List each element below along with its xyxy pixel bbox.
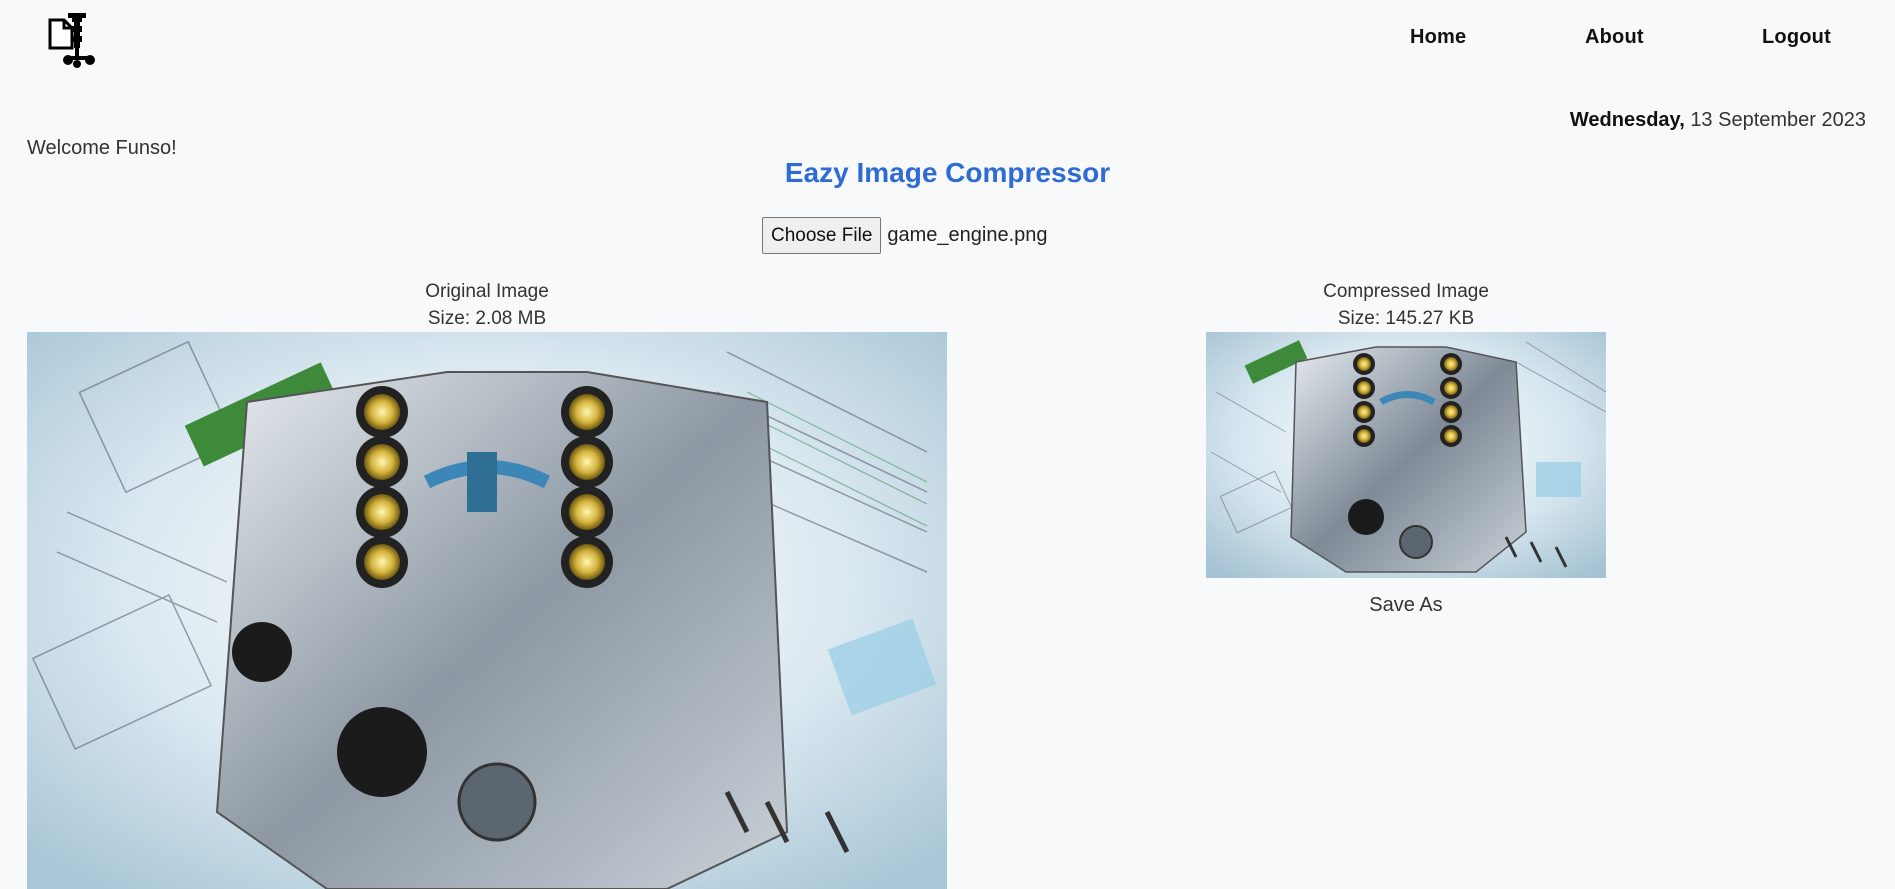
- choose-file-button[interactable]: Choose File: [762, 216, 882, 254]
- original-image-label: Original Image: [425, 281, 549, 302]
- page: Home About Logout Wednesday, 13 Septembe…: [0, 0, 1895, 889]
- compressed-image-label: Compressed Image: [1323, 281, 1489, 302]
- original-image-caption: Original Image Size: 2.08 MB: [27, 278, 947, 332]
- selected-file-name: game_engine.png: [887, 223, 1048, 246]
- file-input[interactable]: Choose File game_engine.png: [762, 216, 1048, 254]
- original-image: [27, 332, 947, 889]
- nav-about-link[interactable]: About: [1585, 26, 1644, 49]
- nav-logout-link[interactable]: Logout: [1762, 26, 1831, 49]
- save-as-link[interactable]: Save As: [1206, 594, 1606, 617]
- nav-home-link[interactable]: Home: [1410, 26, 1466, 49]
- date-rest: 13 September 2023: [1690, 109, 1866, 131]
- compressed-image-size: Size: 145.27 KB: [1337, 308, 1475, 329]
- date-weekday: Wednesday,: [1569, 109, 1685, 131]
- page-title: Eazy Image Compressor: [784, 157, 1111, 188]
- file-compress-icon[interactable]: [44, 12, 108, 70]
- compressed-image: [1206, 332, 1606, 578]
- original-image-size: Size: 2.08 MB: [427, 308, 547, 329]
- current-date: Wednesday, 13 September 2023: [1570, 109, 1866, 132]
- compressed-image-caption: Compressed Image Size: 145.27 KB: [1206, 278, 1606, 332]
